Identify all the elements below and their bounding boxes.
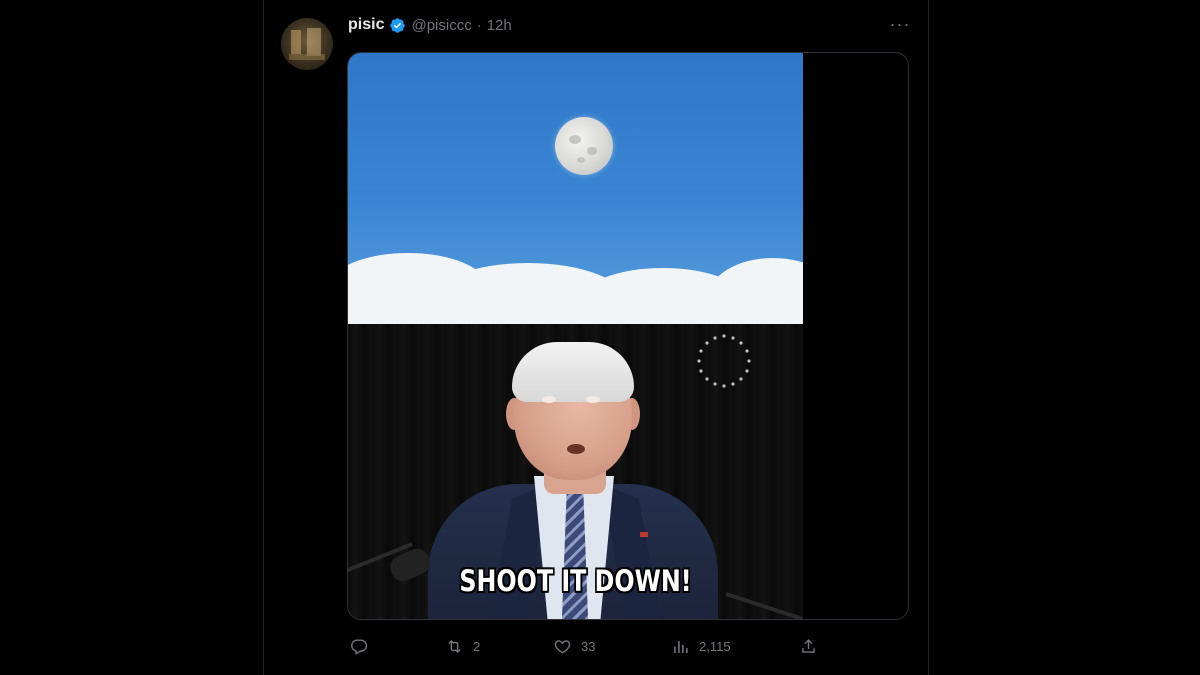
verified-badge-icon[interactable] xyxy=(389,17,406,34)
tweet-timestamp[interactable]: 12h xyxy=(487,17,512,34)
like-icon xyxy=(554,639,571,654)
share-icon xyxy=(802,638,815,653)
sky-photo xyxy=(348,53,803,324)
user-handle[interactable]: @pisiccc xyxy=(411,17,471,34)
tweet-actions: 2 33 2,115 xyxy=(347,634,827,658)
retweet-button[interactable]: 2 xyxy=(445,634,480,658)
tweet-media[interactable]: SHOOT IT DOWN! xyxy=(347,52,909,620)
share-button[interactable] xyxy=(799,634,818,658)
views-count: 2,115 xyxy=(699,638,731,654)
retweet-icon xyxy=(448,639,461,653)
avatar[interactable] xyxy=(281,18,333,70)
views-button[interactable]: 2,115 xyxy=(671,634,731,658)
tweet-header: pisic @pisiccc · 12h xyxy=(348,14,512,36)
more-icon[interactable]: ··· xyxy=(888,14,912,36)
moon xyxy=(555,117,613,175)
retweet-count: 2 xyxy=(473,638,481,654)
reply-icon xyxy=(351,638,368,655)
views-icon xyxy=(674,640,688,653)
like-count: 33 xyxy=(581,638,596,654)
meme-photo: SHOOT IT DOWN! xyxy=(348,324,803,619)
meme-caption: SHOOT IT DOWN! xyxy=(459,564,692,598)
separator-dot: · xyxy=(476,16,482,34)
reply-button[interactable] xyxy=(349,634,377,658)
display-name[interactable]: pisic xyxy=(348,16,384,34)
like-button[interactable]: 33 xyxy=(553,634,595,658)
